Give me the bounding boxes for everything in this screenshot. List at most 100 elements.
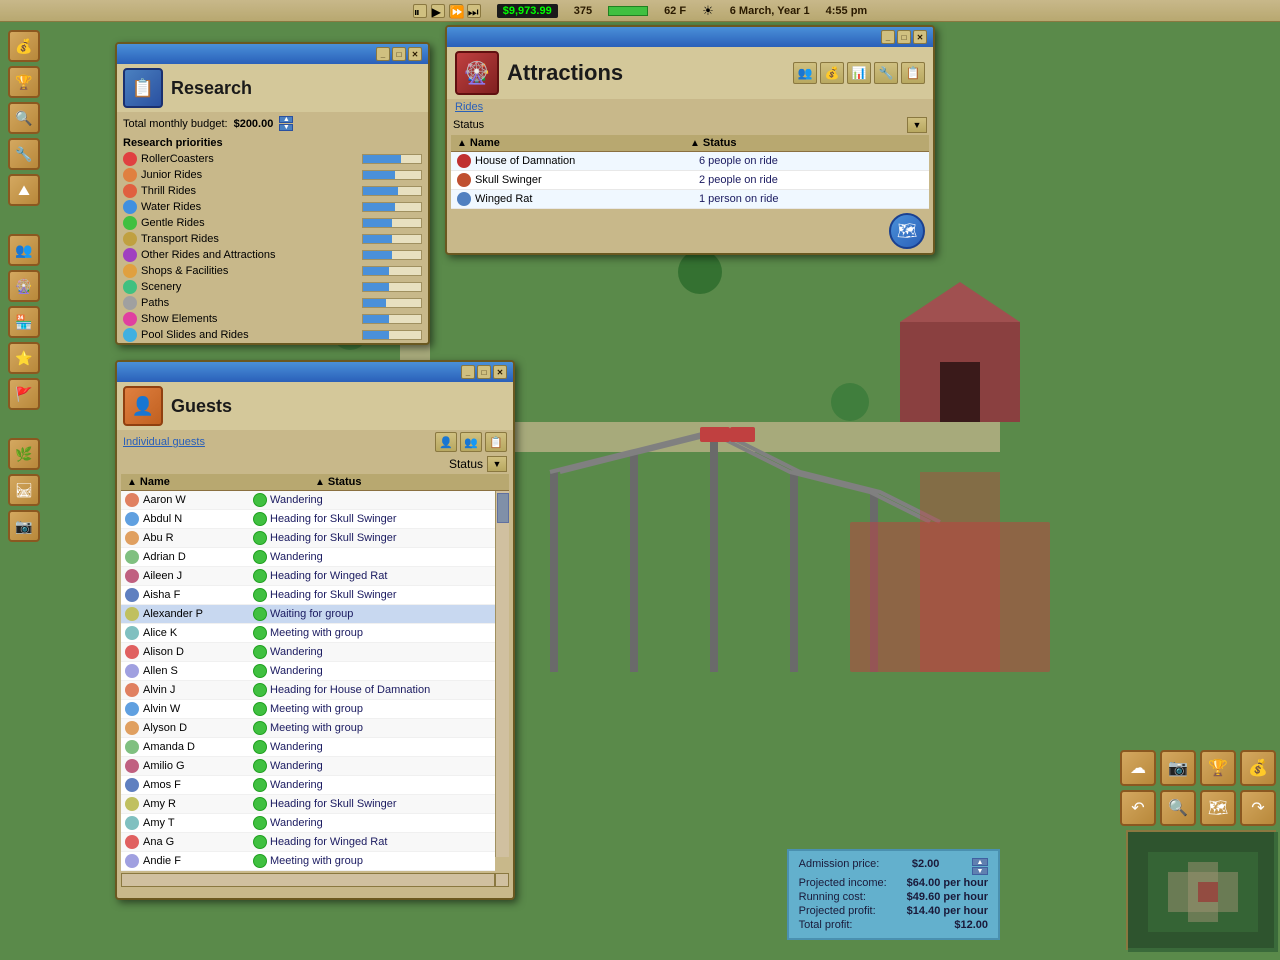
guests-col-name[interactable]: ▲ Name [127, 476, 315, 488]
list-item[interactable]: Amos F Wandering [121, 776, 495, 795]
attractions-close-btn[interactable]: ✕ [913, 30, 927, 44]
admission-down-btn[interactable]: ▼ [972, 867, 988, 875]
priority-bar-container[interactable] [362, 314, 422, 324]
attr-tool-5[interactable]: 📋 [901, 62, 925, 84]
priority-bar-container[interactable] [362, 202, 422, 212]
guests-status-dropdown[interactable]: ▼ [487, 456, 507, 472]
priority-bar-container[interactable] [362, 266, 422, 276]
research-window-controls[interactable]: _ □ ✕ [376, 47, 422, 61]
guests-icon-individual[interactable]: 👤 [435, 432, 457, 452]
priority-bar-container[interactable] [362, 250, 422, 260]
sidebar-btn-tools[interactable]: 🔧 [8, 138, 40, 170]
right-btn-camera[interactable]: 📷 [1160, 750, 1196, 786]
guests-restore-btn[interactable]: □ [477, 365, 491, 379]
sidebar-btn-flag[interactable]: 🚩 [8, 378, 40, 410]
guests-icon-list[interactable]: 📋 [485, 432, 507, 452]
list-item[interactable]: Amilio G Wandering [121, 757, 495, 776]
list-item[interactable]: Ana G Heading for Winged Rat [121, 833, 495, 852]
list-item[interactable]: Aisha F Heading for Skull Swinger [121, 586, 495, 605]
list-item[interactable]: Alison D Wandering [121, 643, 495, 662]
priority-bar-container[interactable] [362, 170, 422, 180]
list-item[interactable]: Alice K Meeting with group [121, 624, 495, 643]
fast-btn[interactable]: ⏩ [449, 4, 463, 18]
minimap[interactable] [1126, 830, 1276, 950]
pause-btn[interactable]: ⏸ [413, 4, 427, 18]
attr-tool-3[interactable]: 📊 [847, 62, 871, 84]
research-restore-btn[interactable]: □ [392, 47, 406, 61]
budget-up-arrow[interactable]: ▲ [279, 116, 293, 123]
list-item[interactable]: Amy R Heading for Skull Swinger [121, 795, 495, 814]
pause-controls[interactable]: ⏸ ▶ ⏩ ⏭ [413, 4, 481, 18]
list-item[interactable]: Adrian D Wandering [121, 548, 495, 567]
list-item[interactable]: Alvin W Meeting with group [121, 700, 495, 719]
attractions-col-status[interactable]: ▲ Status [690, 137, 923, 149]
attractions-col-name[interactable]: ▲ Name [457, 137, 690, 149]
guests-close-btn[interactable]: ✕ [493, 365, 507, 379]
sidebar-btn-money[interactable]: 💰 [8, 30, 40, 62]
attractions-minimize-btn[interactable]: _ [881, 30, 895, 44]
guests-col-status[interactable]: ▲ Status [315, 476, 503, 488]
attr-tool-2[interactable]: 💰 [820, 62, 844, 84]
play-btn[interactable]: ▶ [431, 4, 445, 18]
attr-tool-4[interactable]: 🔧 [874, 62, 898, 84]
attr-tool-1[interactable]: 👥 [793, 62, 817, 84]
priority-bar-container[interactable] [362, 154, 422, 164]
guests-minimize-btn[interactable]: _ [461, 365, 475, 379]
attractions-map-btn[interactable]: 🗺 [889, 213, 925, 249]
sidebar-btn-shop[interactable]: 🏪 [8, 306, 40, 338]
budget-arrows[interactable]: ▲ ▼ [279, 116, 293, 131]
guests-scrollbar[interactable] [495, 491, 509, 857]
list-item[interactable]: Alyson D Meeting with group [121, 719, 495, 738]
priority-bar-container[interactable] [362, 330, 422, 340]
sidebar-btn-leaf[interactable]: 🌿 [8, 438, 40, 470]
list-item[interactable]: Abdul N Heading for Skull Swinger [121, 510, 495, 529]
admission-arrows[interactable]: ▲ ▼ [972, 858, 988, 875]
priority-bar-container[interactable] [362, 234, 422, 244]
fastest-btn[interactable]: ⏭ [467, 4, 481, 18]
list-item[interactable]: Alexander P Waiting for group [121, 605, 495, 624]
guests-icon-group[interactable]: 👥 [460, 432, 482, 452]
right-btn-zoom-1[interactable]: 🔍 [1160, 790, 1196, 826]
rides-tab[interactable]: Rides [455, 101, 483, 113]
right-btn-rotate-left[interactable]: ↶ [1120, 790, 1156, 826]
admission-up-btn[interactable]: ▲ [972, 858, 988, 866]
right-btn-money[interactable]: 💰 [1240, 750, 1276, 786]
attractions-tabs[interactable]: Rides [447, 99, 933, 115]
table-row[interactable]: Skull Swinger 2 people on ride [451, 171, 929, 190]
sidebar-btn-zoom-in[interactable]: 🔍 [8, 102, 40, 134]
priority-bar-container[interactable] [362, 186, 422, 196]
table-row[interactable]: House of Damnation 6 people on ride [451, 152, 929, 171]
guests-scroll-handle[interactable] [497, 493, 509, 523]
priority-bar-container[interactable] [362, 218, 422, 228]
list-item[interactable]: Aileen J Heading for Winged Rat [121, 567, 495, 586]
right-btn-rotate-right[interactable]: ↷ [1240, 790, 1276, 826]
list-item[interactable]: Alvin J Heading for House of Damnation [121, 681, 495, 700]
list-item[interactable]: Amanda D Wandering [121, 738, 495, 757]
sidebar-btn-award[interactable]: 🏆 [8, 66, 40, 98]
sidebar-btn-rides[interactable]: 🎡 [8, 270, 40, 302]
research-close-btn[interactable]: ✕ [408, 47, 422, 61]
list-item[interactable]: Andie F Meeting with group [121, 852, 495, 871]
guests-window-controls[interactable]: _ □ ✕ [461, 365, 507, 379]
sidebar-btn-camera[interactable]: 📷 [8, 510, 40, 542]
right-btn-zoom-2[interactable]: 🗺 [1200, 790, 1236, 826]
research-minimize-btn[interactable]: _ [376, 47, 390, 61]
individual-guests-tab[interactable]: Individual guests [123, 436, 205, 448]
priority-bar-container[interactable] [362, 282, 422, 292]
guests-list[interactable]: Aaron W Wandering Abdul N Heading for Sk… [121, 491, 495, 871]
list-item[interactable]: Allen S Wandering [121, 662, 495, 681]
status-dropdown-arrow[interactable]: ▼ [907, 117, 927, 133]
priority-bar-container[interactable] [362, 298, 422, 308]
sidebar-btn-guests[interactable]: 👥 [8, 234, 40, 266]
right-btn-cloud[interactable]: ☁ [1120, 750, 1156, 786]
guests-scrollbar-h[interactable] [121, 873, 495, 887]
attractions-window-controls[interactable]: _ □ ✕ [881, 30, 927, 44]
sidebar-btn-star[interactable]: ⭐ [8, 342, 40, 374]
list-item[interactable]: Amy T Wandering [121, 814, 495, 833]
list-item[interactable]: Aaron W Wandering [121, 491, 495, 510]
list-item[interactable]: Abu R Heading for Skull Swinger [121, 529, 495, 548]
sidebar-btn-path[interactable]: 🛤 [8, 474, 40, 506]
budget-down-arrow[interactable]: ▼ [279, 124, 293, 131]
table-row[interactable]: Winged Rat 1 person on ride [451, 190, 929, 209]
sidebar-btn-1[interactable]: ⛰ [8, 174, 40, 206]
